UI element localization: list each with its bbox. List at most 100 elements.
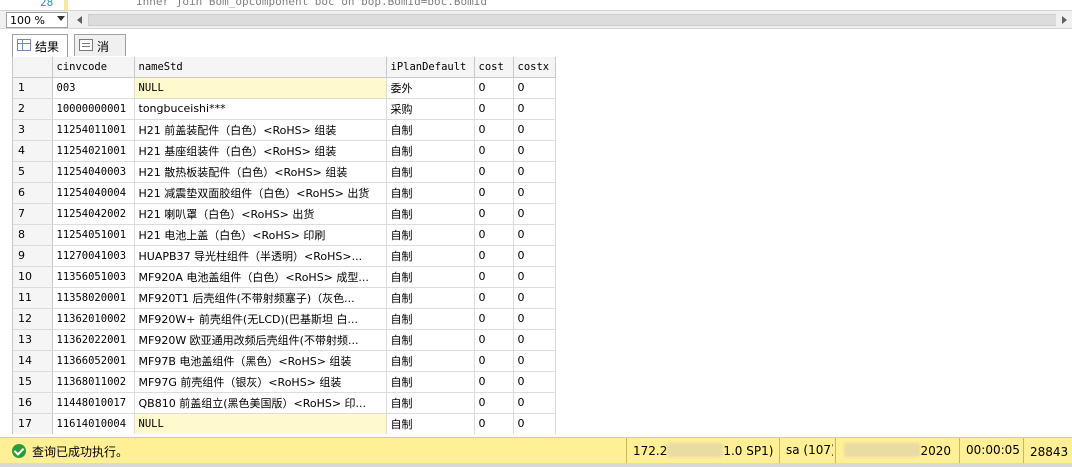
column-header-costx[interactable]: costx xyxy=(513,57,556,78)
cell-cinvcode[interactable]: 11254042002 xyxy=(52,203,135,225)
table-row[interactable]: 6 11254040004 H21 减震垫双面胶组件（白色）<RoHS> 出货 自制 0… xyxy=(13,182,556,204)
column-header-cost[interactable]: cost xyxy=(474,57,514,78)
cell-namestd[interactable]: MF920A 电池盖组件（白色）<RoHS> 成型... xyxy=(134,266,387,288)
cell-cost[interactable]: 0 xyxy=(474,119,514,141)
horizontal-scrollbar[interactable] xyxy=(72,12,1072,28)
cell-cost[interactable]: 0 xyxy=(474,392,514,414)
cell-iplandefault[interactable]: 自制 xyxy=(386,371,475,393)
cell-cost[interactable]: 0 xyxy=(474,182,514,204)
cell-iplandefault[interactable]: 自制 xyxy=(386,140,475,162)
cell-iplandefault[interactable]: 自制 xyxy=(386,119,475,141)
cell-namestd[interactable]: NULL xyxy=(134,413,387,434)
cell-namestd[interactable]: NULL xyxy=(134,77,387,99)
row-number[interactable]: 15 xyxy=(13,371,53,393)
row-number[interactable]: 13 xyxy=(13,329,53,351)
table-row[interactable]: 8 11254051001 H21 电池上盖（白色）<RoHS> 印刷 自制 0 0 xyxy=(13,224,556,246)
cell-cinvcode[interactable]: 11614010004 xyxy=(52,413,135,434)
cell-costx[interactable]: 0 xyxy=(513,308,556,330)
cell-cost[interactable]: 0 xyxy=(474,77,514,99)
cell-iplandefault[interactable]: 自制 xyxy=(386,308,475,330)
cell-costx[interactable]: 0 xyxy=(513,98,556,120)
cell-iplandefault[interactable]: 委外 xyxy=(386,77,475,99)
cell-cost[interactable]: 0 xyxy=(474,287,514,309)
cell-cinvcode[interactable]: 11366052001 xyxy=(52,350,135,372)
cell-namestd[interactable]: MF97B 电池盖组件（黑色）<RoHS> 组装 xyxy=(134,350,387,372)
cell-namestd[interactable]: MF97G 前壳组件（银灰）<RoHS> 组装 xyxy=(134,371,387,393)
table-row[interactable]: 16 11448010017 QB810 前盖组立(黑色美国版）<RoHS> 印..… xyxy=(13,392,556,414)
row-number[interactable]: 4 xyxy=(13,140,53,162)
cell-cinvcode[interactable]: 11362022001 xyxy=(52,329,135,351)
cell-cost[interactable]: 0 xyxy=(474,371,514,393)
tab-messages[interactable]: 消息 xyxy=(74,34,126,71)
cell-namestd[interactable]: H21 喇叭罩（白色）<RoHS> 出货 xyxy=(134,203,387,225)
cell-costx[interactable]: 0 xyxy=(513,140,556,162)
cell-iplandefault[interactable]: 自制 xyxy=(386,266,475,288)
cell-namestd[interactable]: tongbuceishi*** xyxy=(134,98,387,120)
cell-costx[interactable]: 0 xyxy=(513,203,556,225)
table-row[interactable]: 9 11270041003 HUAPB37 导光柱组件（半透明）<RoHS>... 自… xyxy=(13,245,556,267)
cell-costx[interactable]: 0 xyxy=(513,350,556,372)
cell-iplandefault[interactable]: 自制 xyxy=(386,182,475,204)
table-row[interactable]: 11 11358020001 MF920T1 后壳组件(不带射频塞子)（灰色... 自… xyxy=(13,287,556,309)
zoom-select[interactable]: 100 % xyxy=(6,12,68,28)
cell-iplandefault[interactable]: 自制 xyxy=(386,245,475,267)
table-row[interactable]: 4 11254021001 H21 基座组装件（白色）<RoHS> 组装 自制 0 0 xyxy=(13,140,556,162)
table-row[interactable]: 12 11362010002 MF920W+ 前壳组件(无LCD)(巴基斯坦 白..… xyxy=(13,308,556,330)
cell-costx[interactable]: 0 xyxy=(513,245,556,267)
row-number[interactable]: 7 xyxy=(13,203,53,225)
row-number[interactable]: 5 xyxy=(13,161,53,183)
cell-namestd[interactable]: MF920W+ 前壳组件(无LCD)(巴基斯坦 白... xyxy=(134,308,387,330)
cell-cinvcode[interactable]: 10000000001 xyxy=(52,98,135,120)
cell-cost[interactable]: 0 xyxy=(474,140,514,162)
cell-costx[interactable]: 0 xyxy=(513,119,556,141)
cell-costx[interactable]: 0 xyxy=(513,161,556,183)
table-row[interactable]: 1 003 NULL 委外 0 0 xyxy=(13,77,556,99)
row-number[interactable]: 2 xyxy=(13,98,53,120)
scroll-left-icon[interactable] xyxy=(72,12,88,28)
cell-cost[interactable]: 0 xyxy=(474,98,514,120)
row-number[interactable]: 11 xyxy=(13,287,53,309)
scrollbar-thumb[interactable] xyxy=(88,14,1058,26)
cell-namestd[interactable]: H21 散热板装配件（白色）<RoHS> 组装 xyxy=(134,161,387,183)
tab-results[interactable]: 结果 xyxy=(12,34,68,57)
table-row[interactable]: 3 11254011001 H21 前盖装配件（白色）<RoHS> 组装 自制 0 0 xyxy=(13,119,556,141)
cell-costx[interactable]: 0 xyxy=(513,392,556,414)
table-row[interactable]: 10 11356051003 MF920A 电池盖组件（白色）<RoHS> 成型..… xyxy=(13,266,556,288)
column-header-cinvcode[interactable]: cinvcode xyxy=(52,57,135,78)
row-number[interactable]: 17 xyxy=(13,413,53,434)
row-number[interactable]: 1 xyxy=(13,77,53,99)
row-number[interactable]: 8 xyxy=(13,224,53,246)
cell-costx[interactable]: 0 xyxy=(513,266,556,288)
cell-costx[interactable]: 0 xyxy=(513,413,556,434)
cell-costx[interactable]: 0 xyxy=(513,77,556,99)
cell-cinvcode[interactable]: 11254021001 xyxy=(52,140,135,162)
cell-cinvcode[interactable]: 11358020001 xyxy=(52,287,135,309)
cell-iplandefault[interactable]: 采购 xyxy=(386,98,475,120)
table-row[interactable]: 7 11254042002 H21 喇叭罩（白色）<RoHS> 出货 自制 0 0 xyxy=(13,203,556,225)
cell-iplandefault[interactable]: 自制 xyxy=(386,413,475,434)
cell-cinvcode[interactable]: 11254040003 xyxy=(52,161,135,183)
cell-namestd[interactable]: MF920T1 后壳组件(不带射频塞子)（灰色... xyxy=(134,287,387,309)
cell-cinvcode[interactable]: 11270041003 xyxy=(52,245,135,267)
row-number[interactable]: 12 xyxy=(13,308,53,330)
cell-costx[interactable]: 0 xyxy=(513,329,556,351)
table-row[interactable]: 15 11368011002 MF97G 前壳组件（银灰）<RoHS> 组装 自制 0 0 xyxy=(13,371,556,393)
cell-namestd[interactable]: MF920W 欧亚通用改频后壳组件(不带射频... xyxy=(134,329,387,351)
cell-cinvcode[interactable]: 11254040004 xyxy=(52,182,135,204)
column-header-namestd[interactable]: nameStd xyxy=(134,57,387,78)
chevron-down-icon[interactable] xyxy=(57,16,65,21)
query-editor[interactable]: 28 inner join Bom_opcomponent boc on bop… xyxy=(0,0,1072,10)
select-all-corner[interactable] xyxy=(13,57,53,78)
cell-iplandefault[interactable]: 自制 xyxy=(386,161,475,183)
cell-iplandefault[interactable]: 自制 xyxy=(386,350,475,372)
cell-namestd[interactable]: H21 减震垫双面胶组件（白色）<RoHS> 出货 xyxy=(134,182,387,204)
cell-iplandefault[interactable]: 自制 xyxy=(386,203,475,225)
cell-cost[interactable]: 0 xyxy=(474,161,514,183)
cell-namestd[interactable]: H21 前盖装配件（白色）<RoHS> 组装 xyxy=(134,119,387,141)
cell-namestd[interactable]: H21 基座组装件（白色）<RoHS> 组装 xyxy=(134,140,387,162)
cell-costx[interactable]: 0 xyxy=(513,224,556,246)
cell-namestd[interactable]: H21 电池上盖（白色）<RoHS> 印刷 xyxy=(134,224,387,246)
cell-namestd[interactable]: HUAPB37 导光柱组件（半透明）<RoHS>... xyxy=(134,245,387,267)
cell-cinvcode[interactable]: 11368011002 xyxy=(52,371,135,393)
row-number[interactable]: 14 xyxy=(13,350,53,372)
